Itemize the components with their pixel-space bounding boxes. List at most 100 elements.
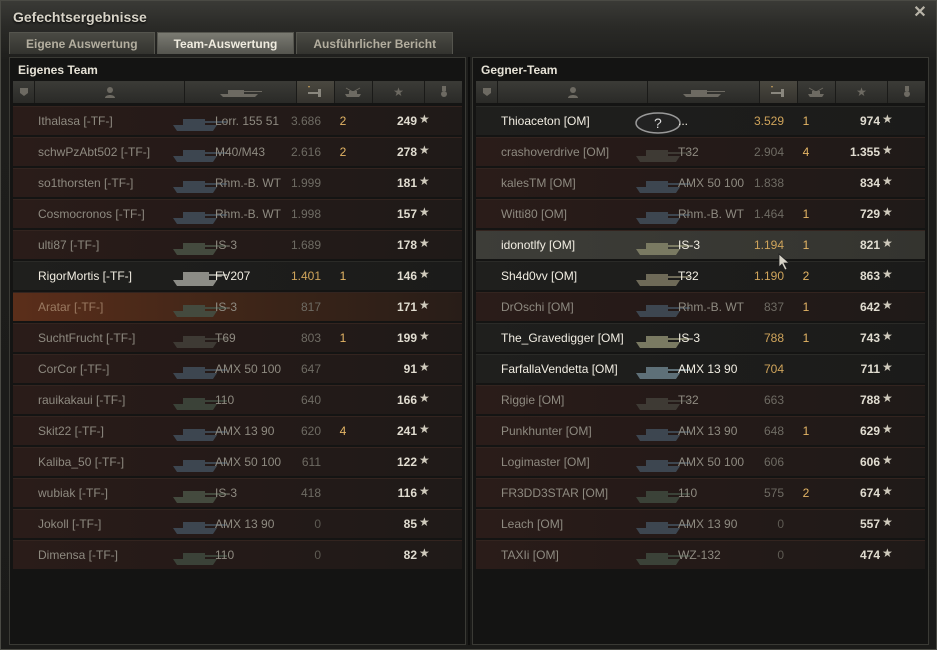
table-row[interactable]: crashoverdrive [OM] T32 2.904 4 1.355 ★ <box>476 137 925 166</box>
kills-icon[interactable] <box>335 81 373 103</box>
kills-value: 1 <box>339 331 347 345</box>
player-name[interactable]: The_Gravedigger [OM] <box>501 331 641 345</box>
player-name[interactable]: Sh4d0vv [OM] <box>501 269 641 283</box>
table-row[interactable]: The_Gravedigger [OM] IS-3 788 1 743 ★ <box>476 323 925 352</box>
tab-eigene-auswertung[interactable]: Eigene Auswertung <box>9 32 155 54</box>
player-name[interactable]: Dimensa [-TF-] <box>38 548 178 562</box>
tank-icon[interactable] <box>185 81 297 103</box>
xp-value: 249 <box>396 114 417 128</box>
player-name[interactable]: crashoverdrive [OM] <box>501 145 641 159</box>
player-name[interactable]: ulti87 [-TF-] <box>38 238 178 252</box>
tab-ausfuehrlicher-bericht[interactable]: Ausführlicher Bericht <box>296 32 454 54</box>
close-icon[interactable]: ✕ <box>912 5 928 21</box>
table-row[interactable]: FarfallaVendetta [OM] AMX 13 90 704 711 … <box>476 354 925 383</box>
table-row[interactable]: SuchtFrucht [-TF-] T69 803 1 199 ★ <box>13 323 462 352</box>
damage-value: 0 <box>314 548 321 562</box>
table-row[interactable]: rauikakaui [-TF-] 110 640 166 ★ <box>13 385 462 414</box>
star-icon: ★ <box>419 484 430 498</box>
star-icon: ★ <box>882 484 893 498</box>
table-row[interactable]: DrOschi [OM] Rhm.-B. WT 837 1 642 ★ <box>476 292 925 321</box>
table-row[interactable]: Skit22 [-TF-] AMX 13 90 620 4 241 ★ <box>13 416 462 445</box>
damage-value: 704 <box>763 362 784 376</box>
table-row[interactable]: Punkhunter [OM] AMX 13 90 648 1 629 ★ <box>476 416 925 445</box>
player-name[interactable]: Logimaster [OM] <box>501 455 641 469</box>
table-row[interactable]: Jokoll [-TF-] AMX 13 90 0 85 ★ <box>13 509 462 538</box>
kills-value: 4 <box>339 424 347 438</box>
star-icon: ★ <box>419 360 430 374</box>
player-name[interactable]: FR3DD3STAR [OM] <box>501 486 641 500</box>
medal-icon[interactable] <box>425 81 462 103</box>
player-name[interactable]: Punkhunter [OM] <box>501 424 641 438</box>
player-name[interactable]: Cosmocronos [-TF-] <box>38 207 178 221</box>
player-name[interactable]: wubiak [-TF-] <box>38 486 178 500</box>
player-name[interactable]: rauikakaui [-TF-] <box>38 393 178 407</box>
table-row[interactable]: wubiak [-TF-] IS-3 418 116 ★ <box>13 478 462 507</box>
kills-icon[interactable] <box>798 81 836 103</box>
player-name[interactable]: idonotlfy [OM] <box>501 238 641 252</box>
player-name[interactable]: Jokoll [-TF-] <box>38 517 178 531</box>
enemy-team-panel: Gegner-Team ★ Thioaceton [OM] ? ... 3.52… <box>472 57 929 645</box>
title-bar: Gefechtsergebnisse ✕ <box>1 1 936 29</box>
table-row[interactable]: Leach [OM] AMX 13 90 0 557 ★ <box>476 509 925 538</box>
damage-value: 1.194 <box>753 238 784 252</box>
xp-value: 85 <box>403 517 417 531</box>
table-row[interactable]: kalesTM [OM] AMX 50 100 1.838 834 ★ <box>476 168 925 197</box>
table-row[interactable]: Witti80 [OM] Rhm.-B. WT 1.464 1 729 ★ <box>476 199 925 228</box>
table-row[interactable]: Cosmocronos [-TF-] Rhm.-B. WT 1.998 157 … <box>13 199 462 228</box>
table-row[interactable]: Sh4d0vv [OM] T32 1.190 2 863 ★ <box>476 261 925 290</box>
table-row[interactable]: schwPzAbt502 [-TF-] M40/M43 2.616 2 278 … <box>13 137 462 166</box>
player-name[interactable]: SuchtFrucht [-TF-] <box>38 331 178 345</box>
table-row[interactable]: ulti87 [-TF-] IS-3 1.689 178 ★ <box>13 230 462 259</box>
xp-value: 157 <box>396 207 417 221</box>
player-name[interactable]: so1thorsten [-TF-] <box>38 176 178 190</box>
player-name[interactable]: Riggie [OM] <box>501 393 641 407</box>
table-row[interactable]: RigorMortis [-TF-] FV207 1.401 1 146 ★ <box>13 261 462 290</box>
damage-icon[interactable] <box>760 81 798 103</box>
table-row[interactable]: Dimensa [-TF-] 110 0 82 ★ <box>13 540 462 569</box>
player-name[interactable]: kalesTM [OM] <box>501 176 641 190</box>
xp-value: 146 <box>396 269 417 283</box>
star-icon: ★ <box>882 515 893 529</box>
damage-icon[interactable] <box>297 81 335 103</box>
tab-team-auswertung[interactable]: Team-Auswertung <box>156 32 295 54</box>
xp-star-icon[interactable]: ★ <box>836 81 888 103</box>
player-name[interactable]: Aratar [-TF-] <box>38 300 178 314</box>
player-name[interactable]: Skit22 [-TF-] <box>38 424 178 438</box>
damage-value: 0 <box>314 517 321 531</box>
player-name[interactable]: Ithalasa [-TF-] <box>38 114 178 128</box>
player-name[interactable]: Thioaceton [OM] <box>501 114 641 128</box>
damage-value: 1.998 <box>290 207 321 221</box>
player-name[interactable]: Leach [OM] <box>501 517 641 531</box>
squad-icon[interactable] <box>476 81 498 103</box>
table-row[interactable]: TAXIi [OM] WZ-132 0 474 ★ <box>476 540 925 569</box>
xp-value: 821 <box>859 238 880 252</box>
tank-icon[interactable] <box>648 81 760 103</box>
table-row[interactable]: Ithalasa [-TF-] Lorr. 155 51 3.686 2 249… <box>13 106 462 135</box>
player-icon[interactable] <box>35 81 185 103</box>
player-name[interactable]: Kaliba_50 [-TF-] <box>38 455 178 469</box>
player-icon[interactable] <box>498 81 648 103</box>
table-row[interactable]: Kaliba_50 [-TF-] AMX 50 100 611 122 ★ <box>13 447 462 476</box>
player-name[interactable]: schwPzAbt502 [-TF-] <box>38 145 178 159</box>
table-row[interactable]: Aratar [-TF-] IS-3 817 171 ★ <box>13 292 462 321</box>
player-name[interactable]: CorCor [-TF-] <box>38 362 178 376</box>
player-name[interactable]: TAXIi [OM] <box>501 548 641 562</box>
table-row[interactable]: Riggie [OM] T32 663 788 ★ <box>476 385 925 414</box>
table-row[interactable]: idonotlfy [OM] IS-3 1.194 1 821 ★ <box>476 230 925 259</box>
damage-value: 418 <box>300 486 321 500</box>
medal-icon[interactable] <box>888 81 925 103</box>
table-row[interactable]: FR3DD3STAR [OM] 110 575 2 674 ★ <box>476 478 925 507</box>
kills-value: 1 <box>802 331 810 345</box>
table-row[interactable]: so1thorsten [-TF-] Rhm.-B. WT 1.999 181 … <box>13 168 462 197</box>
player-name[interactable]: FarfallaVendetta [OM] <box>501 362 641 376</box>
player-name[interactable]: Witti80 [OM] <box>501 207 641 221</box>
damage-value: 2.616 <box>290 145 321 159</box>
xp-star-icon[interactable]: ★ <box>373 81 425 103</box>
damage-value: 2.904 <box>753 145 784 159</box>
player-name[interactable]: RigorMortis [-TF-] <box>38 269 178 283</box>
squad-icon[interactable] <box>13 81 35 103</box>
table-row[interactable]: Logimaster [OM] AMX 50 100 606 606 ★ <box>476 447 925 476</box>
table-row[interactable]: CorCor [-TF-] AMX 50 100 647 91 ★ <box>13 354 462 383</box>
player-name[interactable]: DrOschi [OM] <box>501 300 641 314</box>
table-row[interactable]: Thioaceton [OM] ? ... 3.529 1 974 ★ <box>476 106 925 135</box>
